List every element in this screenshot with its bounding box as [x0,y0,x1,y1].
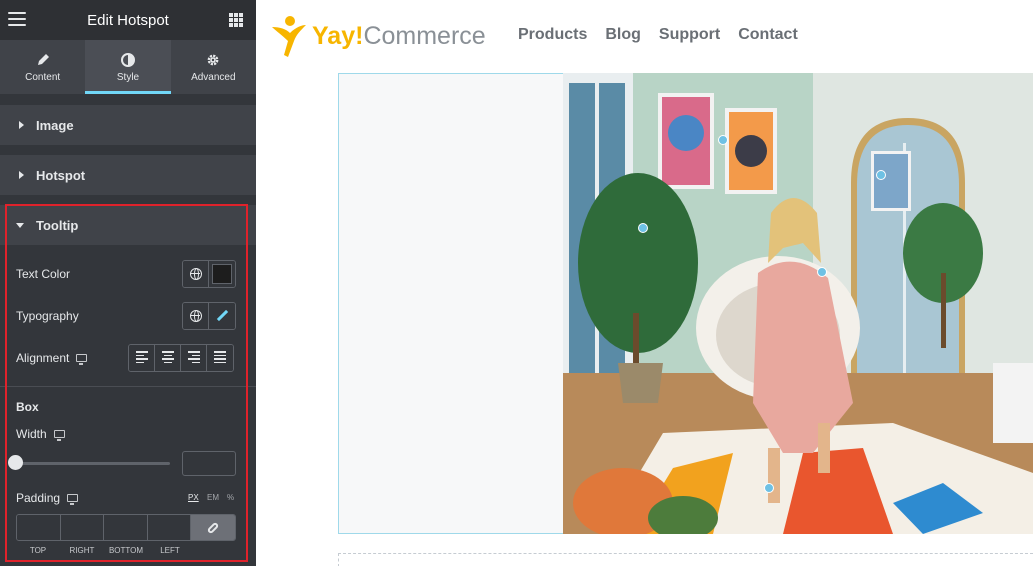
link-values-button[interactable] [191,515,235,540]
logo-brand-a: Yay! [312,21,364,50]
width-slider-handle[interactable] [8,455,23,470]
width-label-text: Width [16,427,47,441]
padding-top-input[interactable] [17,515,61,540]
preview-canvas: Yay!Commerce Products Blog Support Conta… [256,0,1033,566]
text-color-label: Text Color [16,267,71,281]
nav-support[interactable]: Support [659,26,720,44]
alignment-label: Alignment [16,351,88,365]
unit-em[interactable]: EM [207,493,219,502]
dim-label-right: RIGHT [69,546,95,555]
nav-contact[interactable]: Contact [738,26,798,44]
align-center-icon [161,351,174,365]
panel-header: Edit Hotspot [0,0,256,40]
section-image[interactable]: Image [0,105,256,145]
divider [0,386,256,387]
section-hotspot[interactable]: Hotspot [0,155,256,195]
highlight-box [5,204,248,562]
globe-icon [189,268,202,280]
globe-icon [189,310,202,322]
nav-blog[interactable]: Blog [605,26,641,44]
logo-text: Yay!Commerce [312,22,486,51]
align-justify-button[interactable] [207,345,233,371]
text-color-control [182,260,236,288]
pencil-icon [0,53,85,71]
dim-label-bottom: BOTTOM [108,546,144,555]
align-center-button[interactable] [155,345,181,371]
align-right-icon [187,351,200,365]
panel-tabs: Content Style Advanced [0,40,256,94]
empty-section-placeholder[interactable] [338,553,1033,566]
section-hotspot-label: Hotspot [36,168,86,183]
tab-style[interactable]: Style [85,40,171,94]
desktop-icon[interactable] [76,354,88,365]
align-left-button[interactable] [129,345,155,371]
widgets-grid-icon[interactable] [229,13,243,27]
section-tooltip-label: Tooltip [36,218,79,233]
hotspot-marker[interactable] [718,135,728,145]
hotspot-marker[interactable] [764,483,774,493]
global-colors-button[interactable] [183,261,209,287]
pencil-icon [216,310,228,322]
box-heading: Box [16,400,39,414]
color-swatch [212,264,232,284]
padding-label-text: Padding [16,491,61,505]
tab-advanced-label: Advanced [191,72,236,83]
alignment-label-text: Alignment [16,351,70,365]
gear-icon [171,53,256,71]
width-input[interactable] [182,451,236,476]
editor-panel: Edit Hotspot Content Style Advanced Imag… [0,0,256,566]
global-fonts-button[interactable] [183,303,209,329]
logo-brand-b: Commerce [363,21,486,50]
padding-label: Padding [16,491,79,505]
edit-typography-button[interactable] [209,303,235,329]
section-image-label: Image [36,118,74,133]
align-left-icon [135,351,148,365]
tab-content[interactable]: Content [0,40,85,94]
nav-products[interactable]: Products [518,26,587,44]
hotspot-marker[interactable] [817,267,827,277]
link-icon [206,521,220,534]
caret-right-icon [19,121,24,129]
align-right-button[interactable] [181,345,207,371]
padding-left-input[interactable] [147,515,191,540]
caret-right-icon [19,171,24,179]
site-header: Yay!Commerce Products Blog Support Conta… [256,0,1033,72]
text-color-picker[interactable] [209,261,235,287]
width-label: Width [16,427,65,441]
logo-mark-icon [270,15,308,57]
desktop-icon[interactable] [67,494,79,505]
typography-label: Typography [16,309,79,323]
align-justify-icon [214,351,226,365]
tab-advanced[interactable]: Advanced [171,40,256,94]
hotspot-image [563,73,1033,534]
unit-px[interactable]: PX [188,493,199,502]
alignment-control [128,344,234,372]
typography-control [182,302,236,330]
padding-right-input[interactable] [60,515,104,540]
padding-inputs [16,514,236,541]
half-circle-icon [85,53,170,71]
unit-percent[interactable]: % [227,493,234,502]
room-photo [563,73,1033,534]
tab-style-label: Style [116,72,140,83]
hotspot-marker[interactable] [876,170,886,180]
site-logo[interactable]: Yay!Commerce [270,14,486,58]
dim-label-top: TOP [29,546,47,555]
section-tooltip[interactable]: Tooltip [0,205,256,245]
width-slider-track[interactable] [16,462,170,465]
site-nav: Products Blog Support Contact [518,26,816,44]
tab-content-label: Content [25,72,61,83]
caret-down-icon [16,223,24,228]
hotspot-marker[interactable] [638,223,648,233]
padding-bottom-input[interactable] [104,515,148,540]
dim-label-left: LEFT [160,546,180,555]
panel-title: Edit Hotspot [87,12,169,29]
desktop-icon[interactable] [53,430,65,441]
